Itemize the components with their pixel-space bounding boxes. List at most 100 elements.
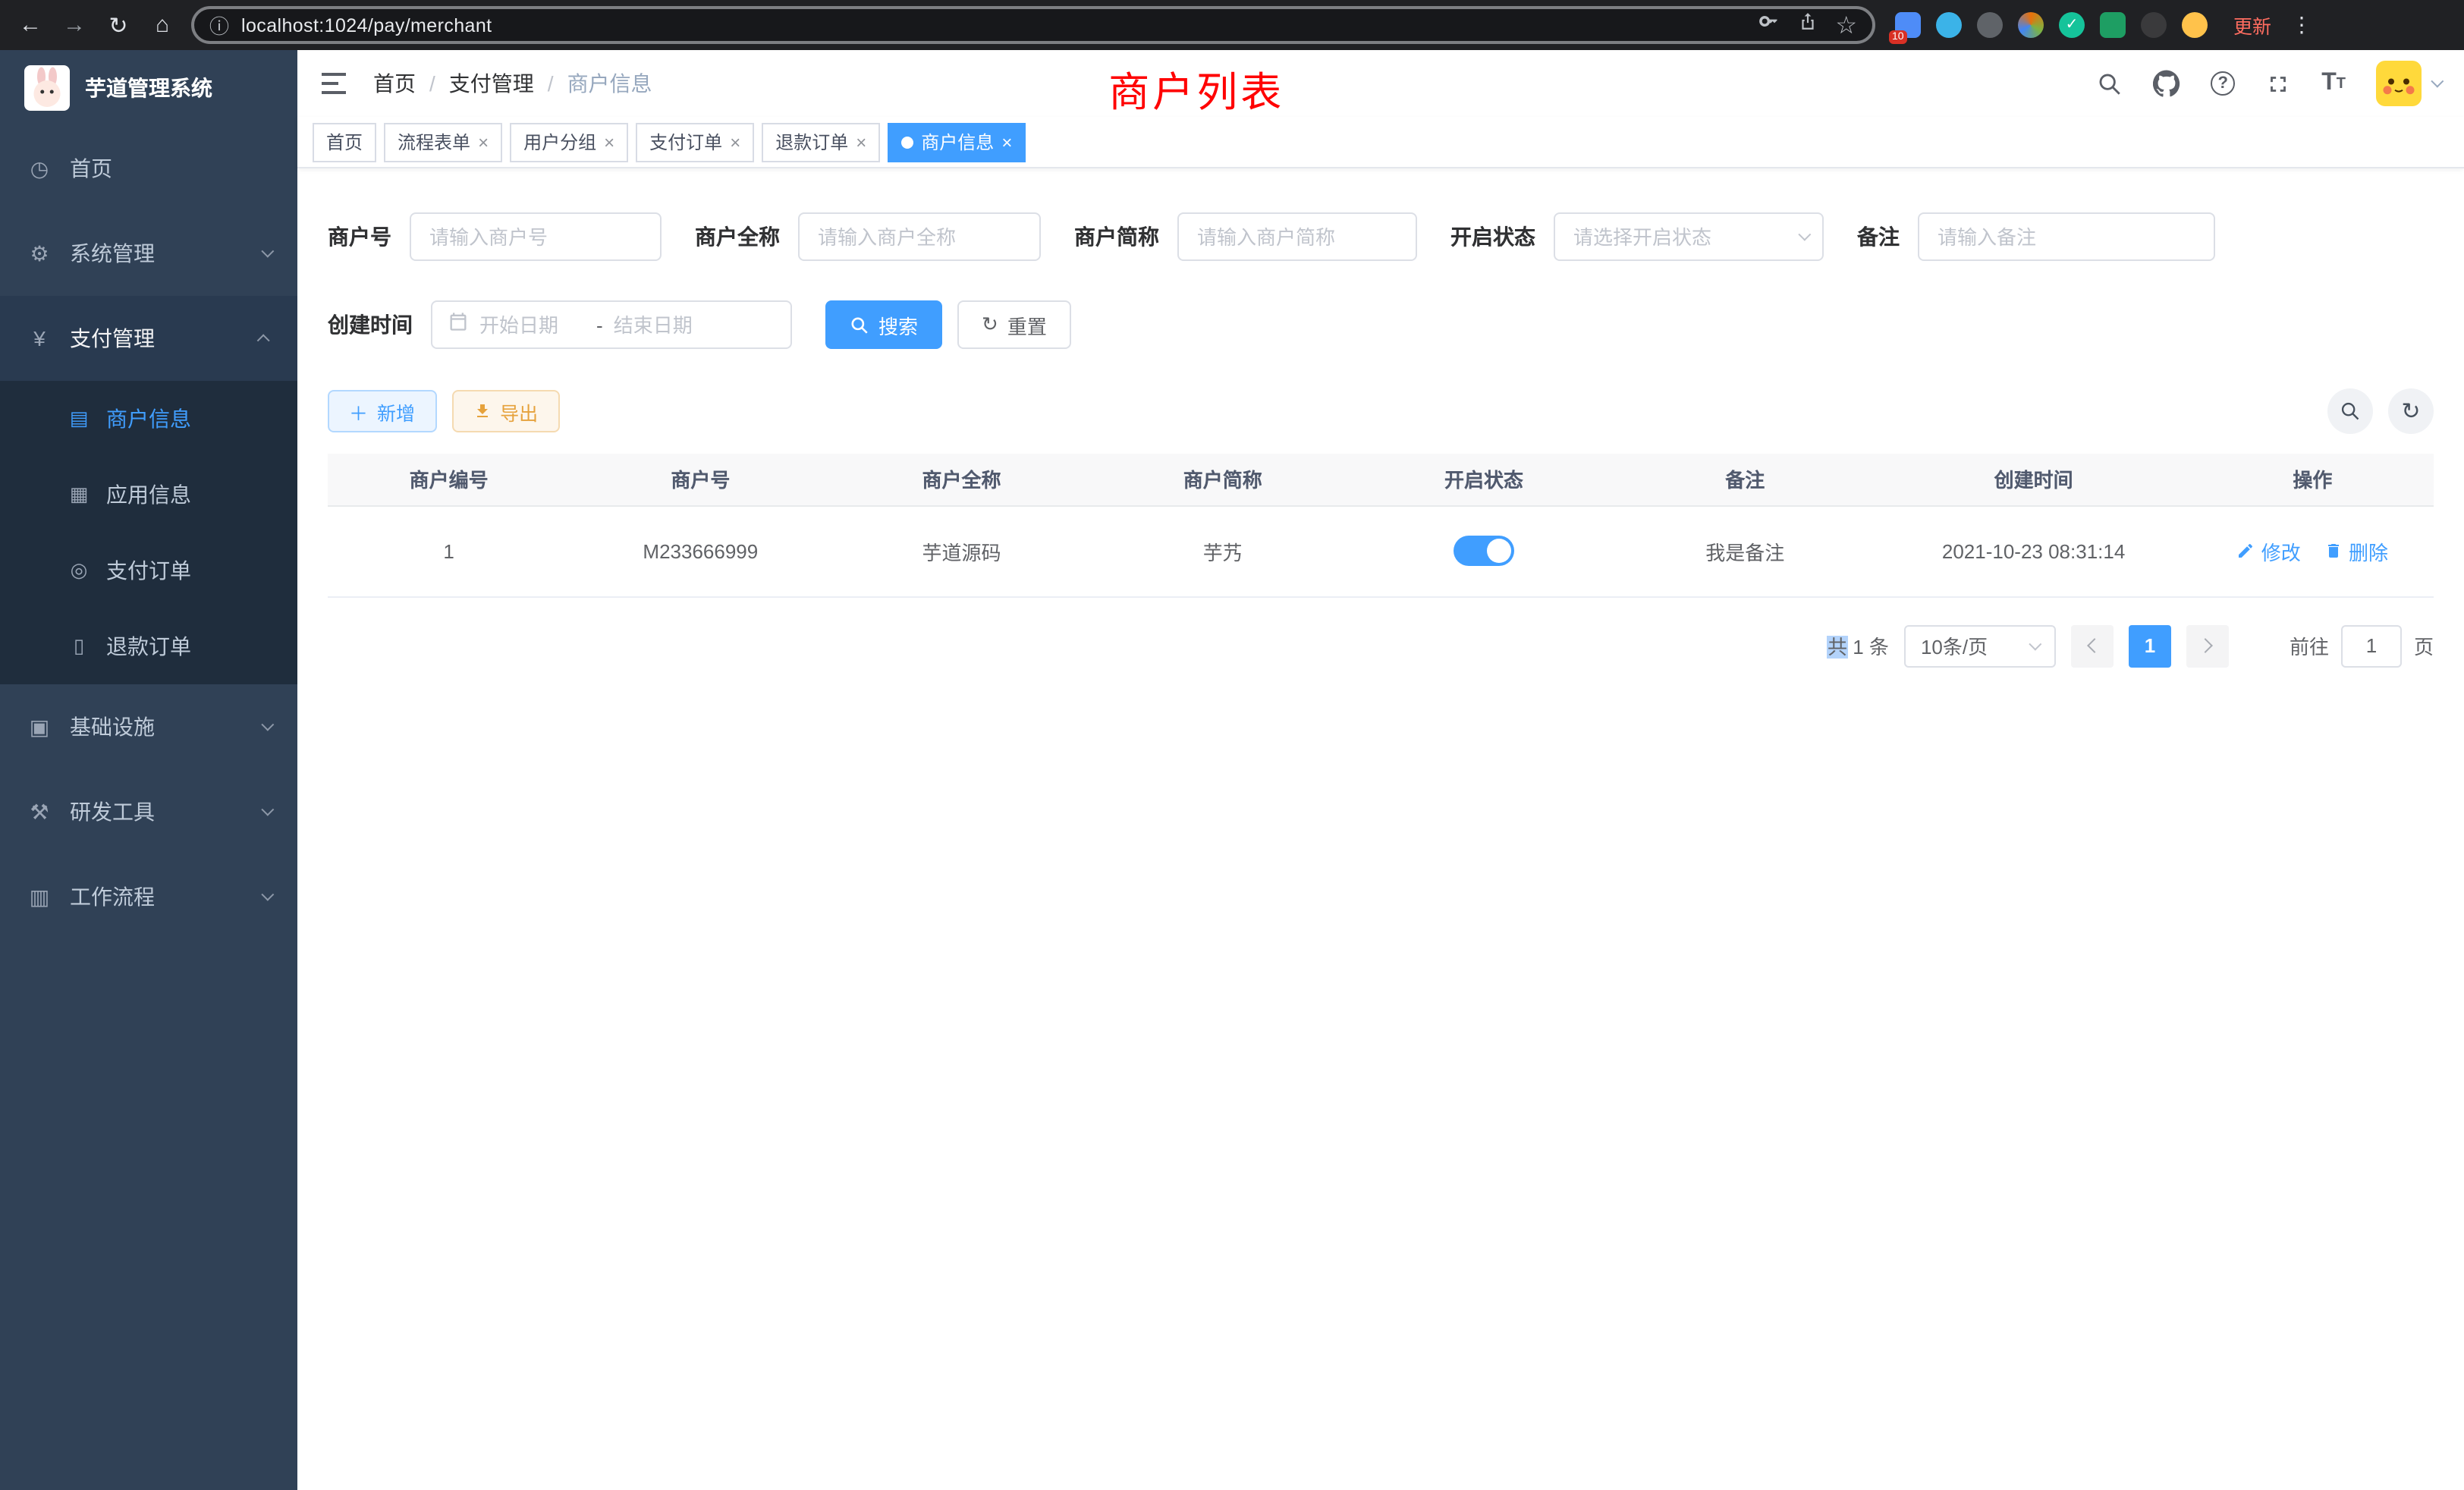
user-menu[interactable] bbox=[2376, 61, 2440, 106]
reload-icon[interactable]: ↻ bbox=[103, 11, 134, 39]
sidebar-item-app-info[interactable]: ▦ 应用信息 bbox=[0, 457, 297, 533]
close-icon[interactable]: × bbox=[478, 131, 489, 152]
breadcrumb-payment[interactable]: 支付管理 bbox=[449, 68, 534, 99]
date-end-input[interactable] bbox=[614, 313, 720, 336]
tab-home[interactable]: 首页 bbox=[313, 122, 376, 162]
breadcrumb-home[interactable]: 首页 bbox=[373, 68, 416, 99]
create-time-label: 创建时间 bbox=[328, 310, 413, 340]
extension-grid-icon[interactable]: 10 bbox=[1895, 12, 1921, 38]
refresh-icon: ↻ bbox=[982, 313, 998, 337]
monitor-icon: ▣ bbox=[27, 714, 52, 740]
show-search-icon[interactable] bbox=[2327, 388, 2373, 434]
extension-notes-icon[interactable] bbox=[2100, 12, 2126, 38]
search-icon[interactable] bbox=[2097, 71, 2123, 96]
reset-button[interactable]: ↻ 重置 bbox=[957, 300, 1071, 349]
date-start-input[interactable] bbox=[479, 313, 586, 336]
status-toggle[interactable] bbox=[1454, 536, 1514, 566]
forward-icon[interactable]: → bbox=[59, 12, 90, 38]
merchant-no-input[interactable] bbox=[410, 212, 662, 261]
sidebar-item-devtools[interactable]: ⚒ 研发工具 bbox=[0, 769, 297, 854]
help-icon[interactable]: ? bbox=[2211, 71, 2235, 96]
close-icon[interactable]: × bbox=[856, 131, 866, 152]
extension-check-icon[interactable]: ✓ bbox=[2059, 12, 2085, 38]
col-merchant-no: 商户号 bbox=[570, 454, 831, 505]
delete-link[interactable]: 删除 bbox=[2324, 536, 2388, 565]
browser-update-button[interactable]: 更新 bbox=[2233, 11, 2271, 39]
hamburger-icon[interactable] bbox=[322, 71, 349, 96]
share-icon[interactable] bbox=[1797, 11, 1817, 39]
github-icon[interactable] bbox=[2153, 70, 2180, 97]
cell-merchant-short: 芋艿 bbox=[1092, 505, 1353, 596]
merchant-short-input[interactable] bbox=[1177, 212, 1417, 261]
sidebar-item-home[interactable]: ◷ 首页 bbox=[0, 126, 297, 211]
pagination: 共 1 条 10条/页 1 前往 页 bbox=[328, 624, 2434, 667]
status-select[interactable] bbox=[1554, 212, 1824, 261]
browser-toolbar: ← → ↻ ⌂ ⓘ localhost:1024/pay/merchant ☆ … bbox=[0, 0, 2464, 50]
app-title: 芋道管理系统 bbox=[85, 73, 212, 103]
user-avatar bbox=[2376, 61, 2422, 106]
goto-page-input[interactable] bbox=[2341, 624, 2402, 667]
sidebar-item-system[interactable]: ⚙ 系统管理 bbox=[0, 211, 297, 296]
plus-icon: ＋ bbox=[349, 397, 368, 426]
browser-menu-icon[interactable]: ⋮ bbox=[2291, 12, 2312, 38]
sidebar-item-pay-order[interactable]: ◎ 支付订单 bbox=[0, 533, 297, 608]
tab-pay-order[interactable]: 支付订单 × bbox=[636, 122, 754, 162]
page-unit-label: 页 bbox=[2414, 631, 2434, 660]
caret-down-icon bbox=[2431, 75, 2444, 88]
edit-link[interactable]: 修改 bbox=[2237, 536, 2301, 565]
bookmark-star-icon[interactable]: ☆ bbox=[1835, 10, 1857, 40]
page-size-select[interactable]: 10条/页 bbox=[1904, 624, 2056, 667]
url-text[interactable]: localhost:1024/pay/merchant bbox=[241, 14, 1746, 36]
site-info-icon[interactable]: ⓘ bbox=[209, 11, 229, 39]
close-icon[interactable]: × bbox=[730, 131, 740, 152]
home-icon[interactable]: ⌂ bbox=[147, 12, 178, 38]
extension-drop-icon[interactable] bbox=[1936, 12, 1962, 38]
grid-icon: ▦ bbox=[67, 483, 91, 507]
tab-merchant-info[interactable]: 商户信息 × bbox=[888, 122, 1026, 162]
export-button[interactable]: 导出 bbox=[451, 390, 559, 432]
tab-refund-order[interactable]: 退款订单 × bbox=[762, 122, 880, 162]
col-actions: 操作 bbox=[2192, 454, 2434, 505]
extension-pin-icon[interactable] bbox=[2141, 12, 2167, 38]
extension-badge: 10 bbox=[1889, 30, 1907, 44]
navbar: 首页 / 支付管理 / 商户信息 商户列表 ? TT bbox=[297, 50, 2464, 117]
font-size-icon[interactable]: TT bbox=[2321, 70, 2346, 97]
fullscreen-icon[interactable] bbox=[2265, 71, 2291, 96]
back-icon[interactable]: ← bbox=[15, 12, 46, 38]
sidebar-item-refund-order[interactable]: ▯ 退款订单 bbox=[0, 608, 297, 684]
refresh-table-icon[interactable]: ↻ bbox=[2388, 388, 2434, 434]
extension-avatar-icon[interactable] bbox=[2018, 12, 2044, 38]
password-key-icon[interactable] bbox=[1758, 11, 1779, 39]
sidebar-item-infra[interactable]: ▣ 基础设施 bbox=[0, 684, 297, 769]
goto-label: 前往 bbox=[2290, 631, 2329, 660]
sidebar-item-workflow[interactable]: ▥ 工作流程 bbox=[0, 854, 297, 939]
cell-merchant-id: 1 bbox=[328, 505, 570, 596]
merchant-no-label: 商户号 bbox=[328, 222, 391, 252]
remark-input[interactable] bbox=[1918, 212, 2215, 261]
prev-page-button[interactable] bbox=[2071, 624, 2114, 667]
tab-process-form[interactable]: 流程表单 × bbox=[384, 122, 502, 162]
address-bar[interactable]: ⓘ localhost:1024/pay/merchant ☆ bbox=[191, 6, 1875, 44]
table-header-row: 商户编号 商户号 商户全称 商户简称 开启状态 备注 创建时间 操作 bbox=[328, 454, 2434, 505]
cell-remark: 我是备注 bbox=[1614, 505, 1875, 596]
merchant-name-input[interactable] bbox=[798, 212, 1041, 261]
close-icon[interactable]: × bbox=[604, 131, 614, 152]
next-page-button[interactable] bbox=[2186, 624, 2229, 667]
sidebar-item-merchant-info[interactable]: ▤ 商户信息 bbox=[0, 381, 297, 457]
extension-emoji-icon[interactable] bbox=[2182, 12, 2208, 38]
search-button[interactable]: 搜索 bbox=[825, 300, 942, 349]
extension-dark-icon[interactable] bbox=[1977, 12, 2003, 38]
tab-user-group[interactable]: 用户分组 × bbox=[510, 122, 628, 162]
add-button[interactable]: ＋ 新增 bbox=[328, 390, 436, 432]
date-range-picker[interactable]: - bbox=[431, 300, 792, 349]
cell-status bbox=[1353, 505, 1614, 596]
col-merchant-short: 商户简称 bbox=[1092, 454, 1353, 505]
status-label: 开启状态 bbox=[1450, 222, 1535, 252]
sidebar-item-payment[interactable]: ¥ 支付管理 bbox=[0, 296, 297, 381]
cell-merchant-name: 芋道源码 bbox=[831, 505, 1092, 596]
chevron-down-icon bbox=[261, 803, 274, 816]
gear-icon: ⚙ bbox=[27, 240, 52, 266]
col-create-time: 创建时间 bbox=[1875, 454, 2191, 505]
close-icon[interactable]: × bbox=[1001, 131, 1012, 152]
page-number-1[interactable]: 1 bbox=[2129, 624, 2171, 667]
